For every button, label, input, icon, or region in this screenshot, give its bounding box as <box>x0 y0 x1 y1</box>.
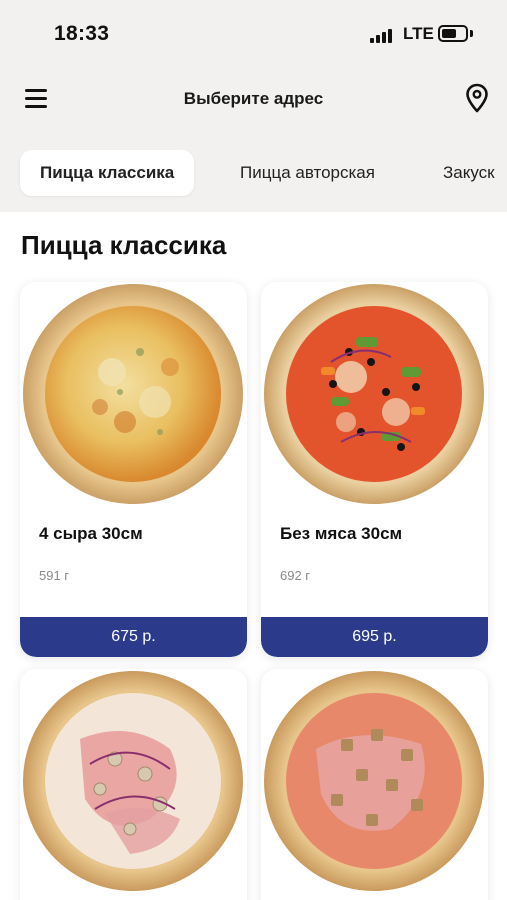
product-name: Без мяса 30см <box>280 524 403 543</box>
product-name: 4 сыра 30см <box>39 524 143 543</box>
tab-pizza-classic[interactable]: Пицца классика <box>20 150 195 196</box>
category-tabs: Пицца классика Пицца авторская Закуск <box>0 150 507 198</box>
pizza-image <box>264 284 484 504</box>
address-selector[interactable]: Выберите адрес <box>0 89 507 109</box>
product-card-3[interactable] <box>20 669 247 900</box>
network-label: LTE <box>403 24 434 43</box>
product-card-4-cheese[interactable]: 4 сыра 30см 591 г 675 р. <box>20 282 247 657</box>
battery-icon <box>438 25 468 42</box>
product-weight: 591 г <box>39 568 70 583</box>
product-card-no-meat[interactable]: Без мяса 30см 692 г 695 р. <box>261 282 488 657</box>
pizza-image <box>264 671 484 891</box>
product-weight: 692 г <box>280 568 311 583</box>
tab-snacks[interactable]: Закуск <box>443 150 495 196</box>
product-card-4[interactable] <box>261 669 488 900</box>
tab-pizza-signature[interactable]: Пицца авторская <box>240 150 375 196</box>
section-title: Пицца классика <box>21 230 227 260</box>
price-button[interactable]: 695 р. <box>261 617 488 657</box>
map-pin-icon[interactable] <box>462 82 492 114</box>
status-time: 18:33 <box>54 22 110 45</box>
pizza-image <box>23 671 243 891</box>
status-bar: 18:33 LTE <box>0 0 507 70</box>
price-button[interactable]: 675 р. <box>20 617 247 657</box>
app-header: Выберите адрес <box>0 72 507 126</box>
battery-tip <box>470 30 473 37</box>
signal-icon <box>370 27 394 43</box>
pizza-image <box>23 284 243 504</box>
